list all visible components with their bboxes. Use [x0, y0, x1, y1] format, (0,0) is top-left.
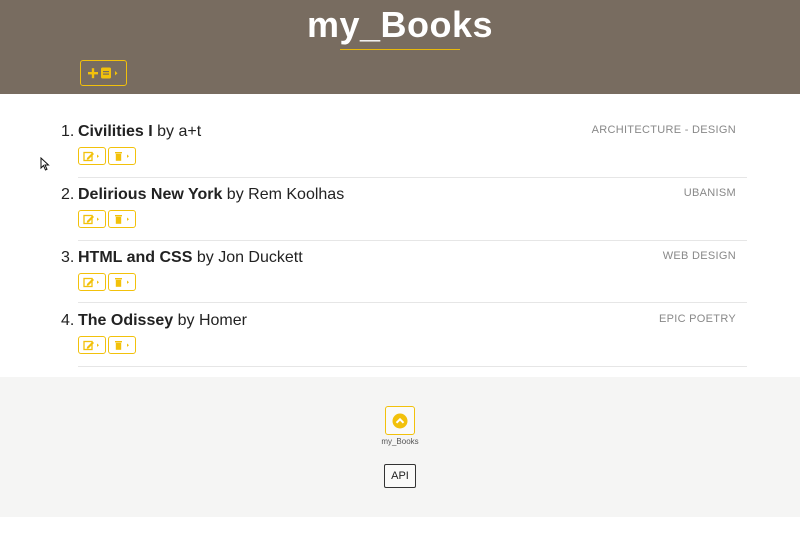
- trash-icon: [115, 278, 129, 287]
- edit-icon: [83, 151, 99, 162]
- item-actions: [78, 147, 136, 165]
- site-title: my_Books: [306, 4, 494, 45]
- item-number: 4.: [61, 312, 75, 329]
- book-author: Jon Duckett: [218, 249, 303, 266]
- item-number: 1.: [61, 123, 75, 140]
- item-text: The Odissey by Homer: [78, 312, 247, 330]
- list-item: 2. Delirious New York by Rem Koolhas UBA…: [0, 186, 800, 249]
- add-book-icon: [87, 67, 117, 79]
- footer-label: my_Books: [381, 437, 419, 446]
- api-button[interactable]: API: [384, 464, 416, 488]
- book-category: EPIC POETRY: [658, 313, 736, 325]
- delete-button[interactable]: [108, 210, 136, 228]
- item-text: HTML and CSS by Jon Duckett: [78, 249, 303, 267]
- delete-button[interactable]: [108, 273, 136, 291]
- mouse-cursor-icon: [40, 157, 50, 171]
- header: my_Books: [0, 0, 800, 94]
- add-book-button[interactable]: [80, 60, 127, 86]
- item-actions: [78, 336, 136, 354]
- item-text: Civilities I by a+t: [78, 123, 201, 141]
- book-author: Rem Koolhas: [248, 186, 345, 203]
- item-actions: [78, 273, 136, 291]
- list-item: 3. HTML and CSS by Jon Duckett WEB DESIG…: [0, 249, 800, 312]
- list-item: 4. The Odissey by Homer EPIC POETRY: [0, 312, 800, 375]
- book-title: The Odissey: [78, 312, 174, 329]
- book-author: Homer: [198, 312, 247, 329]
- trash-icon: [115, 152, 129, 161]
- by-word: by: [226, 186, 244, 203]
- book-category: ARCHITECTURE - DESIGN: [591, 124, 736, 136]
- trash-icon: [115, 215, 129, 224]
- edit-button[interactable]: [78, 336, 106, 354]
- item-divider: [78, 240, 747, 241]
- edit-icon: [83, 214, 99, 225]
- edit-button[interactable]: [78, 273, 106, 291]
- item-number: 3.: [61, 249, 75, 266]
- item-number: 2.: [61, 186, 75, 203]
- edit-button[interactable]: [78, 147, 106, 165]
- by-word: by: [196, 249, 214, 266]
- chevron-up-circle-icon: [392, 413, 408, 428]
- trash-icon: [115, 341, 129, 350]
- title-underline: [340, 49, 460, 50]
- book-title: Civilities I: [78, 123, 153, 140]
- book-category: WEB DESIGN: [662, 250, 736, 262]
- by-word: by: [157, 123, 175, 140]
- delete-button[interactable]: [108, 147, 136, 165]
- by-word: by: [177, 312, 195, 329]
- edit-icon: [83, 340, 99, 351]
- footer: my_Books API: [0, 377, 800, 517]
- back-to-top-button[interactable]: [385, 406, 415, 435]
- book-author: a+t: [178, 123, 202, 140]
- book-title: HTML and CSS: [78, 249, 193, 266]
- book-category: UBANISM: [683, 187, 736, 199]
- item-divider: [78, 366, 747, 367]
- item-divider: [78, 302, 747, 303]
- item-actions: [78, 210, 136, 228]
- list-item: 1. Civilities I by a+t ARCHITECTURE - DE…: [0, 123, 800, 186]
- delete-button[interactable]: [108, 336, 136, 354]
- book-title: Delirious New York: [78, 186, 223, 203]
- item-text: Delirious New York by Rem Koolhas: [78, 186, 344, 204]
- edit-icon: [83, 277, 99, 288]
- edit-button[interactable]: [78, 210, 106, 228]
- item-divider: [78, 177, 747, 178]
